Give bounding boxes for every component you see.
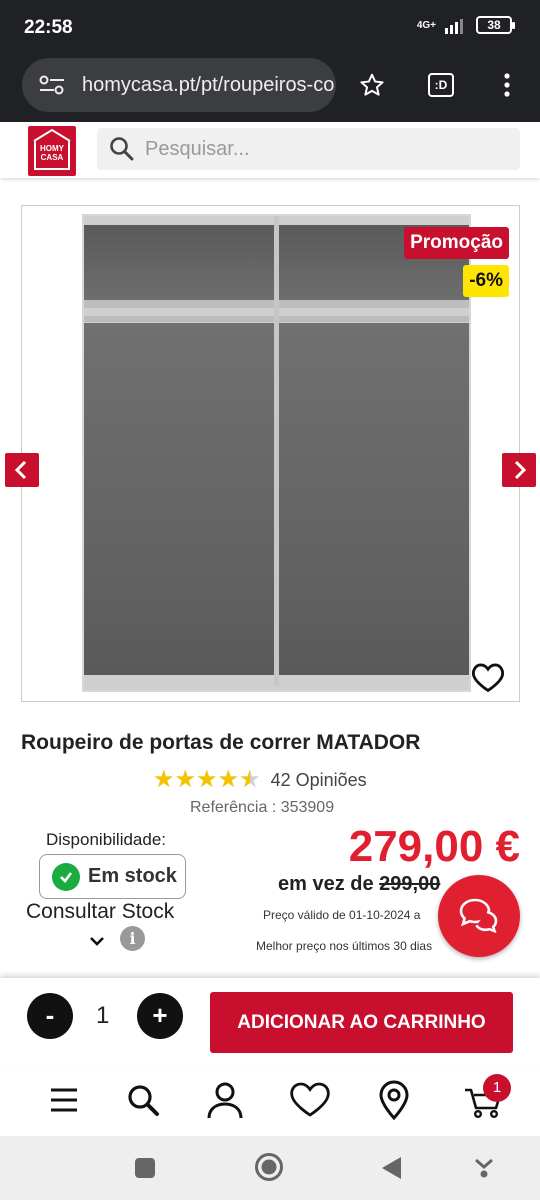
tab-count: :D (428, 73, 454, 97)
wardrobe-bottom-left (84, 323, 274, 675)
chevron-left-icon (14, 460, 27, 480)
product-image (82, 214, 471, 692)
was-price-value: 299,00 (379, 873, 441, 895)
browser-toolbar: homycasa.pt/pt/roupeiros-co :D (0, 56, 540, 122)
rating-row[interactable]: ★★★★★ ★★★★★ 42 Opiniões (153, 768, 367, 792)
add-to-cart-button[interactable]: ADICIONAR AO CARRINHO (210, 992, 513, 1053)
bookmark-star-icon[interactable] (357, 70, 387, 100)
keyboard-hide-icon[interactable] (472, 1154, 496, 1180)
was-price-prefix: em vez de (278, 873, 374, 895)
product-reference: Referência : 353909 (190, 799, 335, 816)
battery-icon: 38 (476, 16, 515, 34)
product-title: Roupeiro de portas de correr MATADOR (21, 731, 421, 754)
wardrobe-rail-right (279, 316, 469, 322)
store-locator-icon[interactable] (374, 1080, 414, 1120)
reviews-count[interactable]: 42 Opiniões (271, 770, 367, 791)
chat-icon (459, 898, 498, 934)
menu-icon[interactable] (44, 1080, 84, 1120)
rating-stars-icon: ★★★★★ ★★★★★ (153, 766, 261, 793)
wardrobe-rail-left (84, 316, 274, 322)
was-price: em vez de 299,00 (278, 873, 440, 896)
search-nav-icon[interactable] (123, 1080, 163, 1120)
quantity-plus-button[interactable]: + (137, 993, 183, 1039)
url-text: homycasa.pt/pt/roupeiros-co (82, 73, 335, 96)
best-price-label: Melhor preço nos últimos 30 dias (256, 939, 433, 953)
search-input[interactable] (145, 137, 475, 161)
cart-count-badge: 1 (483, 1074, 511, 1102)
site-header: HOMY CASA (0, 122, 540, 178)
status-bar: 22:58 4G+ 38 (0, 0, 540, 56)
quantity-minus-button[interactable]: - (27, 993, 73, 1039)
info-icon[interactable]: i (120, 926, 145, 951)
promo-badge: Promoção (404, 227, 509, 259)
heart-icon (472, 663, 504, 693)
chevron-right-icon (514, 460, 527, 480)
back-button-icon[interactable] (380, 1155, 404, 1181)
consult-stock-link[interactable]: Consultar Stock (26, 900, 174, 924)
check-icon (52, 862, 80, 891)
gallery-prev-button[interactable] (5, 453, 39, 487)
logo-text: HOMY CASA (34, 140, 70, 170)
best-price-text: Melhor preço nos últimos 30 dias€ (256, 939, 467, 953)
stock-status-badge: Em stock (39, 854, 186, 899)
more-menu-icon[interactable] (492, 70, 522, 100)
current-price: 279,00 € (348, 822, 520, 871)
logo-line2: CASA (40, 153, 64, 162)
product-image-gallery[interactable]: Promoção -6% (21, 205, 520, 702)
price-valid-text: Preço válido de 01-10-2024 a (263, 908, 421, 922)
discount-badge: -6% (463, 265, 509, 297)
chevron-down-icon[interactable] (88, 932, 106, 950)
search-box[interactable] (97, 128, 520, 170)
search-icon[interactable] (109, 136, 135, 162)
availability-label: Disponibilidade: (46, 830, 167, 849)
bottom-navigation (0, 1066, 540, 1136)
status-indicators: 4G+ 38 (416, 16, 515, 34)
url-bar[interactable]: homycasa.pt/pt/roupeiros-co (22, 58, 336, 112)
stock-status-text: Em stock (88, 865, 177, 887)
wardrobe-divider (274, 216, 279, 686)
quantity-value[interactable]: 1 (96, 1002, 109, 1030)
site-settings-icon[interactable] (38, 75, 66, 95)
home-button-icon[interactable] (253, 1151, 285, 1183)
add-to-cart-bar: - 1 + ADICIONAR AO CARRINHO (0, 978, 540, 1064)
wardrobe-bottom-right (279, 323, 469, 675)
account-icon[interactable] (205, 1080, 245, 1120)
signal-icon (445, 19, 463, 34)
tab-switcher-button[interactable]: :D (426, 70, 456, 100)
chat-button[interactable] (438, 875, 520, 957)
logo-line1: HOMY (40, 144, 64, 153)
wardrobe-top-left (84, 225, 274, 302)
favorites-icon[interactable] (290, 1080, 330, 1120)
gallery-next-button[interactable] (502, 453, 536, 487)
wishlist-button[interactable] (471, 661, 505, 693)
recents-button-icon[interactable] (133, 1156, 157, 1180)
homycasa-logo[interactable]: HOMY CASA (28, 126, 76, 176)
network-label: 4G+ (416, 19, 436, 31)
status-time: 22:58 (24, 17, 73, 38)
system-navigation-bar (0, 1136, 540, 1200)
